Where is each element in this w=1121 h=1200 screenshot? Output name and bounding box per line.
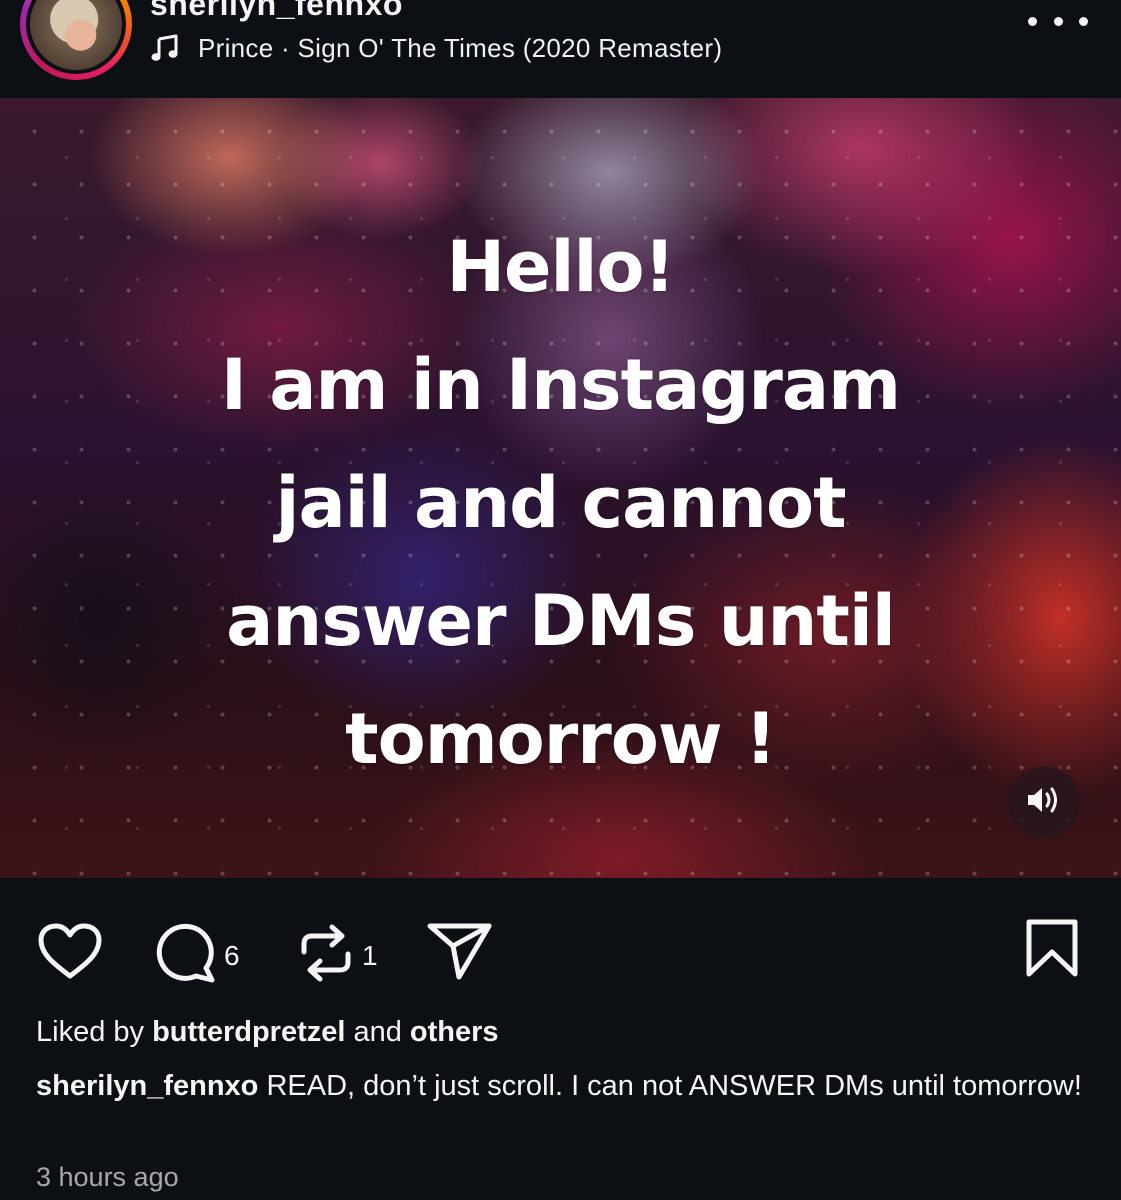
music-info[interactable]: Prince · Sign O' The Times (2020 Remaste… xyxy=(150,30,722,66)
post-username[interactable]: sherilyn_fennxo xyxy=(150,0,403,23)
music-note-icon xyxy=(150,33,180,63)
more-horizontal-icon xyxy=(1079,16,1088,26)
like-button[interactable] xyxy=(36,922,104,987)
more-options-button[interactable] xyxy=(1028,6,1088,36)
send-icon xyxy=(426,920,494,987)
music-track-label: Prince · Sign O' The Times (2020 Remaste… xyxy=(198,32,723,63)
post-timestamp: 3 hours ago xyxy=(36,1162,179,1192)
liked-by-user-link[interactable]: butterdpretzel xyxy=(152,1016,345,1048)
save-button[interactable] xyxy=(1024,918,1080,985)
avatar-image xyxy=(30,0,122,70)
avatar-frame xyxy=(26,0,126,74)
action-bar: 6 1 xyxy=(0,878,1121,1018)
avatar[interactable] xyxy=(20,0,132,80)
heart-icon xyxy=(36,922,104,987)
caption-username-link[interactable]: sherilyn_fennxo xyxy=(36,1070,258,1102)
repost-button[interactable]: 1 xyxy=(296,922,378,989)
repost-count: 1 xyxy=(362,939,378,971)
post-caption: sherilyn_fennxo READ, don’t just scroll.… xyxy=(36,1066,1096,1106)
share-button[interactable] xyxy=(426,920,494,987)
liked-by-others-link[interactable]: others xyxy=(410,1016,499,1048)
post-media[interactable]: Hello! I am in Instagram jail and cannot… xyxy=(0,98,1121,878)
likes-summary: Liked by butterdpretzel and others xyxy=(36,1016,499,1049)
caption-text: READ, don’t just scroll. I can not ANSWE… xyxy=(258,1070,1082,1102)
more-horizontal-icon xyxy=(1053,16,1063,26)
media-overlay-text: Hello! I am in Instagram jail and cannot… xyxy=(220,226,901,780)
comment-count: 6 xyxy=(224,939,240,971)
comment-button[interactable]: 6 xyxy=(152,922,240,989)
more-horizontal-icon xyxy=(1028,16,1037,26)
likes-prefix: Liked by xyxy=(36,1016,153,1048)
comment-bubble-icon xyxy=(152,922,218,989)
bookmark-icon xyxy=(1024,918,1080,985)
speaker-icon xyxy=(1024,783,1064,822)
sound-toggle-button[interactable] xyxy=(1008,766,1080,838)
likes-conjunction: and xyxy=(345,1016,410,1048)
repost-icon xyxy=(296,922,356,989)
post-header: sherilyn_fennxo Prince · Sign O' The Tim… xyxy=(0,0,1121,98)
